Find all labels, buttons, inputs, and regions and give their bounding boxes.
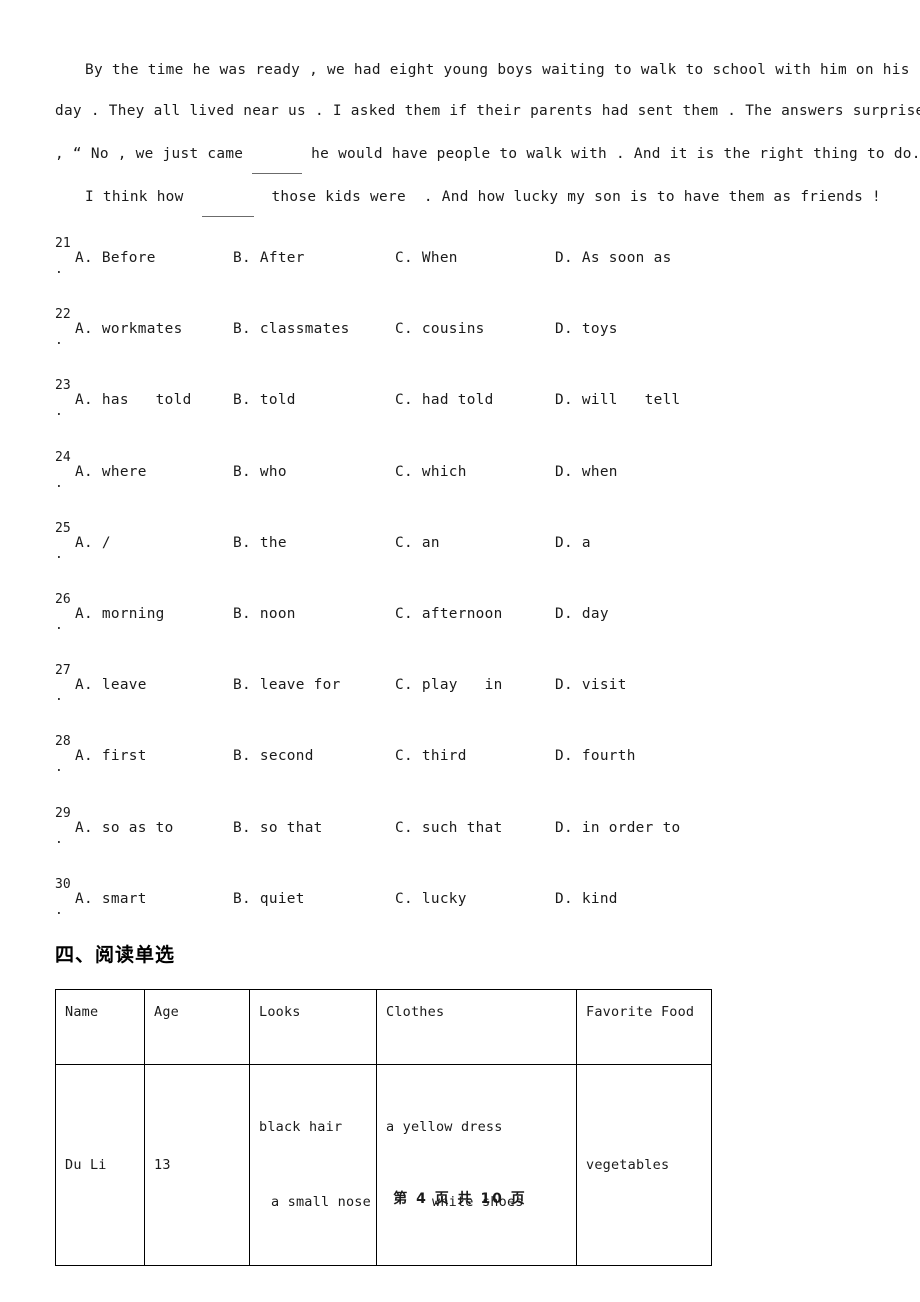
option-choice[interactable]: D. visit (555, 674, 627, 696)
option-group: A. has told B. told C. had told D. will tel… (55, 389, 867, 415)
passage-text: he would have people to walk with . And … (302, 146, 920, 162)
table-header-favorite-food: Favorite Food (576, 989, 712, 1065)
option-choice[interactable]: B. After (233, 247, 305, 269)
question-item: 25. A. / B. the C. an D. a (55, 521, 867, 592)
option-choice[interactable]: B. noon (233, 603, 296, 625)
option-choice[interactable]: C. which (395, 461, 467, 483)
option-choice[interactable]: D. toys (555, 318, 618, 340)
option-group: A. Before B. After C. When D. As soon as (55, 247, 867, 273)
table-header-row: Name Age Looks Clothes Favorite Food (55, 989, 712, 1065)
table-row: Du Li 13 black hair a small nose a yello… (55, 1064, 712, 1266)
cell-looks-line1: black hair (259, 1119, 343, 1135)
table-header-clothes: Clothes (376, 989, 577, 1065)
question-item: 22. A. workmates B. classmates C. cousins D.… (55, 307, 867, 378)
passage-line: I think how those kids were . And how lu… (55, 175, 881, 218)
option-choice[interactable]: A. workmates (75, 318, 183, 340)
passage-text: those kids were . And how lucky my son i… (253, 189, 882, 205)
cell-age: 13 (144, 1064, 250, 1266)
cell-favorite-food: vegetables (576, 1064, 712, 1266)
option-choice[interactable]: D. kind (555, 888, 618, 910)
option-choice[interactable]: D. As soon as (555, 247, 672, 269)
option-choice[interactable]: C. When (395, 247, 458, 269)
option-choice[interactable]: D. day (555, 603, 609, 625)
option-choice[interactable]: C. such that (395, 817, 503, 839)
passage-line: day . They all lived near us . I asked t… (55, 91, 920, 132)
option-choice[interactable]: D. when (555, 461, 618, 483)
page-footer: 第 4 页 共 10 页 (393, 1191, 527, 1207)
passage-line: , “ No , we just came he would have peop… (55, 132, 920, 175)
option-choice[interactable]: D. a (555, 532, 591, 554)
option-choice[interactable]: C. an (395, 532, 440, 554)
option-group: A. workmates B. classmates C. cousins D. to… (55, 318, 867, 344)
option-choice[interactable]: C. afternoon (395, 603, 503, 625)
option-group: A. / B. the C. an D. a (55, 532, 867, 558)
question-item: 30. A. smart B. quiet C. lucky D. kind (55, 877, 867, 948)
option-group: A. leave B. leave for C. play in D. visit (55, 674, 867, 700)
section-heading-reading: 四、阅读单选 (55, 944, 176, 966)
answer-blank[interactable] (252, 132, 303, 174)
option-group: A. where B. who C. which D. when (55, 461, 867, 487)
option-choice[interactable]: C. lucky (395, 888, 467, 910)
option-choice[interactable]: C. had told (395, 389, 494, 411)
passage-text: day . They all lived near us . I asked t… (55, 103, 920, 119)
option-choice[interactable]: D. fourth (555, 745, 636, 767)
option-choice[interactable]: A. so as to (75, 817, 174, 839)
cloze-passage: By the time he was ready , we had eight … (55, 48, 920, 218)
option-choice[interactable]: C. cousins (395, 318, 485, 340)
option-group: A. morning B. noon C. afternoon D. day (55, 603, 867, 629)
question-item: 26. A. morning B. noon C. afternoon D. day (55, 592, 867, 663)
option-choice[interactable]: D. in order to (555, 817, 681, 839)
option-choice[interactable]: B. classmates (233, 318, 350, 340)
question-item: 29. A. so as to B. so that C. such that D. i… (55, 806, 867, 877)
cell-clothes-line1: a yellow dress (386, 1119, 503, 1135)
question-item: 28. A. first B. second C. third D. fourth (55, 734, 867, 805)
cell-name: Du Li (55, 1064, 145, 1266)
cell-looks: black hair a small nose (249, 1064, 377, 1266)
option-choice[interactable]: B. the (233, 532, 287, 554)
option-choice[interactable]: C. third (395, 745, 467, 767)
question-item: 23. A. has told B. told C. had told D. will … (55, 378, 867, 449)
option-choice[interactable]: B. so that (233, 817, 323, 839)
cell-clothes: a yellow dress white shoes (376, 1064, 577, 1266)
option-choice[interactable]: B. told (233, 389, 296, 411)
passage-text: I think how (85, 189, 202, 205)
question-item: 24. A. where B. who C. which D. when (55, 450, 867, 521)
person-info-table: Name Age Looks Clothes Favorite Food Du … (55, 989, 712, 1266)
question-item: 27. A. leave B. leave for C. play in D. visi… (55, 663, 867, 734)
option-choice[interactable]: D. will tell (555, 389, 681, 411)
option-choice[interactable]: C. play in (395, 674, 503, 696)
option-choice[interactable]: B. leave for (233, 674, 341, 696)
option-choice[interactable]: A. Before (75, 247, 156, 269)
passage-line: By the time he was ready , we had eight … (55, 48, 909, 91)
option-choice[interactable]: A. where (75, 461, 147, 483)
option-group: A. so as to B. so that C. such that D. in o… (55, 817, 867, 843)
question-list: 21. A. Before B. After C. When D. As soon as… (55, 236, 867, 948)
option-choice[interactable]: A. morning (75, 603, 165, 625)
table-header-age: Age (144, 989, 250, 1065)
passage-text: By the time he was ready , we had eight … (85, 62, 920, 78)
option-choice[interactable]: B. second (233, 745, 314, 767)
document-page: By the time he was ready , we had eight … (0, 0, 920, 1302)
option-choice[interactable]: A. leave (75, 674, 147, 696)
option-choice[interactable]: A. first (75, 745, 147, 767)
table-header-name: Name (55, 989, 145, 1065)
answer-blank[interactable] (201, 175, 254, 217)
option-choice[interactable]: B. quiet (233, 888, 305, 910)
option-choice[interactable]: A. / (75, 532, 111, 554)
passage-text: , “ No , we just came (55, 146, 253, 162)
option-group: A. smart B. quiet C. lucky D. kind (55, 888, 867, 914)
question-item: 21. A. Before B. After C. When D. As soon as (55, 236, 867, 307)
table-header-looks: Looks (249, 989, 377, 1065)
option-choice[interactable]: A. smart (75, 888, 147, 910)
option-choice[interactable]: A. has told (75, 389, 192, 411)
option-choice[interactable]: B. who (233, 461, 287, 483)
option-group: A. first B. second C. third D. fourth (55, 745, 867, 771)
